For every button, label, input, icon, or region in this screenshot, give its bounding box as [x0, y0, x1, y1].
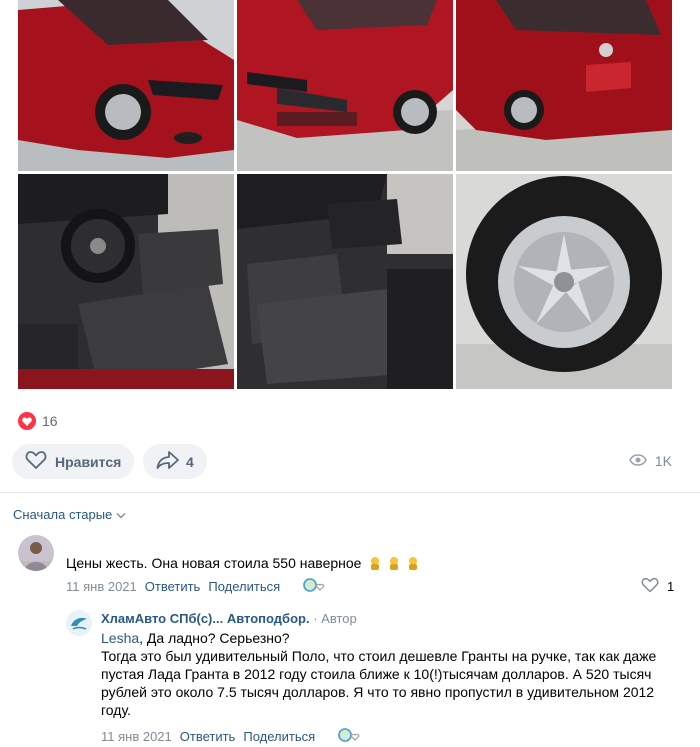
- reaction-icon[interactable]: [302, 577, 328, 596]
- share-link[interactable]: Поделиться: [208, 579, 280, 594]
- comment-like-count: 1: [667, 579, 675, 594]
- photo-car-rear[interactable]: [456, 0, 672, 171]
- likes-count: 16: [42, 413, 58, 429]
- chevron-down-icon: [116, 507, 126, 522]
- heart-outline-icon: [641, 577, 659, 596]
- photo-wheel[interactable]: [456, 174, 672, 389]
- reply-text: Lesha, Да ладно? Серьезно? Тогда это был…: [101, 630, 657, 718]
- heart-icon: [18, 412, 36, 430]
- photo-car-front-left[interactable]: [18, 0, 234, 171]
- share-button[interactable]: 4: [143, 444, 207, 479]
- sort-label: Сначала старые: [13, 507, 113, 522]
- share-count: 4: [186, 453, 194, 470]
- share-link[interactable]: Поделиться: [243, 729, 315, 744]
- reply-author-role: · Автор: [313, 611, 357, 626]
- comment-like-button[interactable]: 1: [641, 577, 674, 596]
- comments-sort-dropdown[interactable]: Сначала старые: [13, 507, 126, 522]
- comment-meta: 11 янв 2021 Ответить Поделиться: [66, 577, 328, 596]
- reply-date[interactable]: 11 янв 2021: [101, 729, 172, 744]
- heart-outline-icon: [25, 450, 47, 473]
- photo-interior-passenger[interactable]: [237, 174, 453, 389]
- like-button[interactable]: Нравится: [12, 444, 134, 479]
- reply-author-name[interactable]: ХламАвто СПб(с)... Автоподбор.: [101, 611, 310, 626]
- reply-link[interactable]: Ответить: [180, 729, 236, 744]
- emoji-icon: [365, 556, 420, 570]
- reply-meta: 11 янв 2021 Ответить Поделиться: [101, 727, 363, 746]
- avatar[interactable]: [66, 610, 92, 636]
- share-icon: [156, 450, 180, 473]
- like-button-label: Нравится: [55, 453, 122, 470]
- photo-interior-driver[interactable]: [18, 174, 234, 389]
- reaction-icon[interactable]: [337, 727, 363, 746]
- comment-text: Цены жесть. Она новая стоила 550 наверно…: [66, 555, 420, 571]
- divider: [0, 492, 700, 493]
- mention-link[interactable]: Lesha: [101, 630, 139, 646]
- reply-link[interactable]: Ответить: [145, 579, 201, 594]
- comment-date[interactable]: 11 янв 2021: [66, 579, 137, 594]
- avatar[interactable]: [18, 535, 54, 571]
- eye-icon: [629, 453, 647, 469]
- photo-car-front[interactable]: [237, 0, 453, 171]
- photo-grid: [18, 0, 672, 389]
- likes-summary[interactable]: 16: [18, 412, 58, 430]
- reply-author[interactable]: ХламАвто СПб(с)... Автоподбор. · Автор: [101, 611, 357, 626]
- views-count: 1K: [654, 453, 672, 469]
- views-counter: 1K: [629, 453, 672, 469]
